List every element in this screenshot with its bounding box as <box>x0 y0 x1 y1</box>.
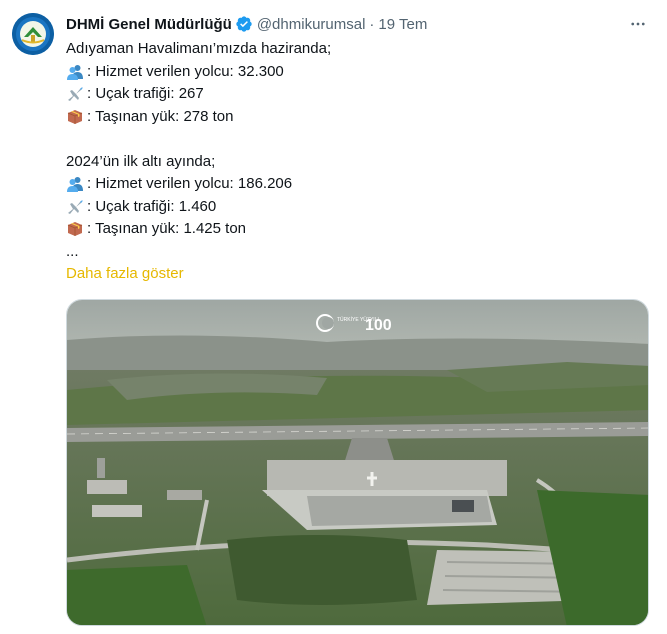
show-more-link[interactable]: Daha fazla göster <box>66 263 656 286</box>
june-traffic-line: : Uçak trafiği: 267 <box>66 83 656 106</box>
june-traffic-text: : Uçak trafiği: 267 <box>87 85 204 102</box>
half-year-cargo-text: : Taşınan yük: 1.425 ton <box>87 220 247 237</box>
half-year-traffic-line: : Uçak trafiği: 1.460 <box>66 196 656 219</box>
half-year-passengers-text: : Hizmet verilen yolcu: 186.206 <box>87 175 293 192</box>
separator-dot: · <box>369 15 375 33</box>
more-dots-icon <box>631 22 645 26</box>
half-year-cargo-line: : Taşınan yük: 1.425 ton <box>66 218 656 241</box>
people-emoji-icon <box>66 63 84 81</box>
airplane-emoji-icon <box>66 85 84 103</box>
half-year-traffic-text: : Uçak trafiği: 1.460 <box>87 197 217 215</box>
more-options-button[interactable] <box>627 14 649 34</box>
half-year-passengers-line: : Hizmet verilen yolcu: 186.206 <box>66 173 656 196</box>
ellipsis: ... <box>66 242 79 260</box>
timestamp[interactable]: 19 Tem <box>378 16 427 33</box>
half-year-title: 2024’ün ilk altı ayında; <box>66 152 216 170</box>
airplane-emoji-icon <box>66 198 84 216</box>
handle[interactable]: @dhmikurumsal <box>257 16 366 33</box>
avatar[interactable] <box>12 13 54 55</box>
dhmi-logo-icon <box>12 13 54 55</box>
june-passengers-line: : Hizmet verilen yolcu: 32.300 <box>66 61 656 84</box>
verified-badge-icon[interactable] <box>235 15 253 33</box>
tweet[interactable]: DHMİ Genel Müdürlüğü @dhmikurumsal · 19 … <box>0 0 667 634</box>
june-cargo-line: : Taşınan yük: 278 ton <box>66 106 656 129</box>
tweet-intro: Adıyaman Havalimanı’mızda haziranda; <box>66 40 332 57</box>
package-emoji-icon <box>66 220 84 238</box>
june-passengers-text: : Hizmet verilen yolcu: 32.300 <box>87 62 284 80</box>
airport-aerial-photo: TÜRKİYE YÜZYILI 100 <box>67 300 648 625</box>
tweet-header: DHMİ Genel Müdürlüğü @dhmikurumsal · 19 … <box>66 13 427 35</box>
june-cargo-text: : Taşınan yük: 278 ton <box>87 107 234 125</box>
people-emoji-icon <box>66 175 84 193</box>
package-emoji-icon <box>66 108 84 126</box>
tweet-media-image[interactable]: TÜRKİYE YÜZYILI 100 <box>66 299 649 626</box>
watermark-right: 100 <box>365 317 392 334</box>
tweet-text: Adıyaman Havalimanı’mızda haziranda; : H… <box>66 38 656 286</box>
display-name[interactable]: DHMİ Genel Müdürlüğü <box>66 16 232 33</box>
